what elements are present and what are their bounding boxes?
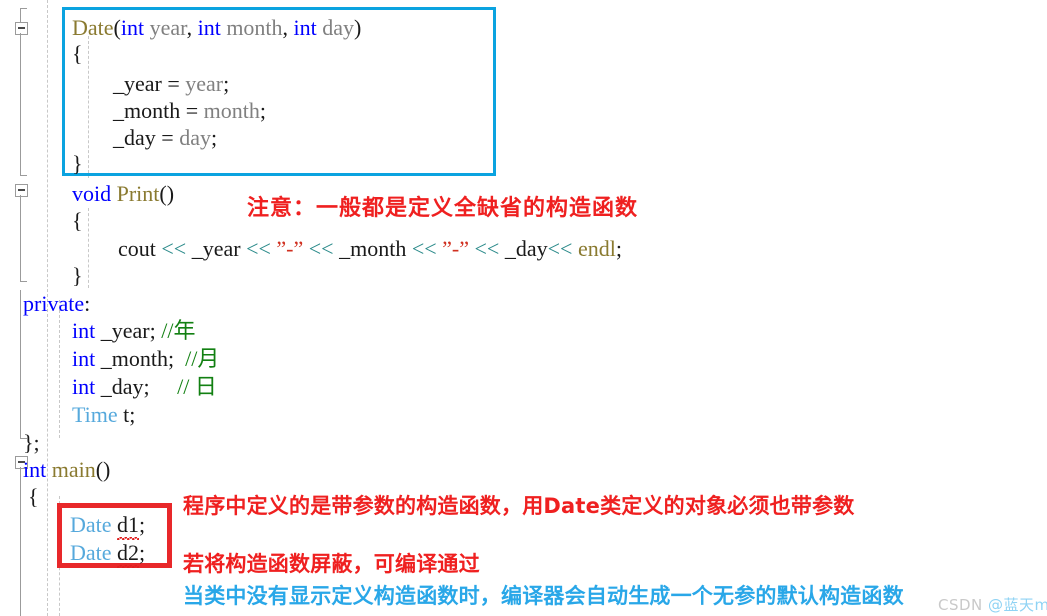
token-insert-3: << (308, 236, 334, 261)
code-area[interactable]: Date(int year, int month, int day) { _ye… (0, 0, 1047, 616)
watermark-handle: @蓝天man (988, 596, 1047, 614)
token-date-type: Date (72, 15, 114, 40)
token-int-2: int (197, 15, 221, 40)
token-param-month: month (220, 15, 283, 40)
token-insert-6: << (547, 236, 573, 261)
token-insert-1: << (161, 236, 187, 261)
annotation-default-ctor: 当类中没有显示定义构造函数时，编译器会自动生成一个无参的默认构造函数 (183, 584, 904, 608)
token-comment-month: //月 (185, 346, 220, 371)
token-var-d2: d2 (117, 540, 140, 570)
code-line-main-sig[interactable]: int main() (23, 456, 110, 484)
code-line-print-close[interactable]: } (72, 262, 83, 290)
code-line-decl-d1[interactable]: Date d1; (70, 511, 145, 539)
token-out-month: _month (339, 236, 407, 261)
code-line-decl-d2[interactable]: Date d2; (70, 539, 145, 567)
token-out-day: _day (504, 236, 548, 261)
token-date-type-d1: Date (70, 512, 112, 537)
code-line-assign-year[interactable]: _year = year; (113, 70, 229, 98)
token-decl-month: _month (100, 346, 168, 371)
code-line-ctor-close[interactable]: } (72, 150, 83, 178)
token-int-day: int (72, 374, 96, 399)
token-cout: cout (118, 236, 156, 261)
token-member-day: _day (113, 125, 156, 150)
token-int-3: int (293, 15, 317, 40)
token-member-year: _year (113, 71, 162, 96)
code-line-assign-month[interactable]: _month = month; (113, 97, 266, 125)
code-line-member-day[interactable]: int _day; // 日 (72, 373, 217, 401)
code-line-assign-day[interactable]: _day = day; (113, 124, 217, 152)
code-line-print-open[interactable]: { (72, 207, 83, 235)
token-int-year: int (72, 318, 96, 343)
token-decl-day: _day (100, 374, 144, 399)
token-private: private (23, 291, 85, 316)
token-int-month: int (72, 346, 96, 371)
annotation-mask-ctor: 若将构造函数屏蔽，可编译通过 (183, 552, 480, 576)
code-line-member-year[interactable]: int _year; //年 (72, 317, 195, 345)
watermark-prefix: CSDN (938, 596, 989, 614)
token-decl-year: _year (100, 318, 150, 343)
annotation-full-default: 注意：一般都是定义全缺省的构造函数 (247, 196, 639, 221)
token-arg-year: year (185, 71, 224, 96)
token-param-day: day (316, 15, 355, 40)
token-comment-year: //年 (161, 318, 196, 343)
token-insert-2: << (246, 236, 271, 261)
code-line-print-sig[interactable]: void Print() (72, 180, 174, 208)
token-date-type-d2: Date (70, 540, 112, 565)
token-int-main: int (23, 457, 47, 482)
token-member-month: _month (113, 98, 181, 123)
token-dash-1: ”-” (276, 236, 304, 261)
token-comment-day: // 日 (177, 374, 217, 399)
token-arg-day: day (179, 125, 211, 150)
code-line-cout[interactable]: cout << _year << ”-” << _month << ”-” <<… (118, 235, 622, 263)
token-endl: endl (577, 236, 616, 261)
code-line-date-ctor-sig[interactable]: Date(int year, int month, int day) (72, 14, 361, 42)
csdn-watermark: CSDN @蓝天man (938, 594, 1047, 615)
token-main-name: main (51, 457, 96, 482)
token-insert-4: << (411, 236, 437, 261)
code-line-ctor-open[interactable]: { (72, 40, 83, 68)
token-out-year: _year (191, 236, 241, 261)
code-line-class-close[interactable]: }; (23, 429, 40, 457)
token-time-type: Time (72, 402, 118, 427)
token-void: void (72, 181, 112, 206)
token-arg-month: month (203, 98, 260, 123)
code-line-member-time[interactable]: Time t; (72, 401, 135, 429)
token-dash-2: ”-” (442, 236, 470, 261)
token-insert-5: << (474, 236, 500, 261)
code-line-member-month[interactable]: int _month; //月 (72, 345, 219, 373)
token-print-name: Print (116, 181, 160, 206)
token-int-1: int (120, 15, 145, 40)
code-line-main-open[interactable]: { (28, 483, 39, 511)
code-line-private[interactable]: private: (23, 290, 90, 318)
token-param-year: year (144, 15, 187, 40)
code-editor-screenshot: Date(int year, int month, int day) { _ye… (0, 0, 1047, 616)
token-var-d1: d1 (117, 512, 140, 542)
annotation-param-ctor: 程序中定义的是带参数的构造函数，用Date类定义的对象必须也带参数 (183, 494, 855, 518)
